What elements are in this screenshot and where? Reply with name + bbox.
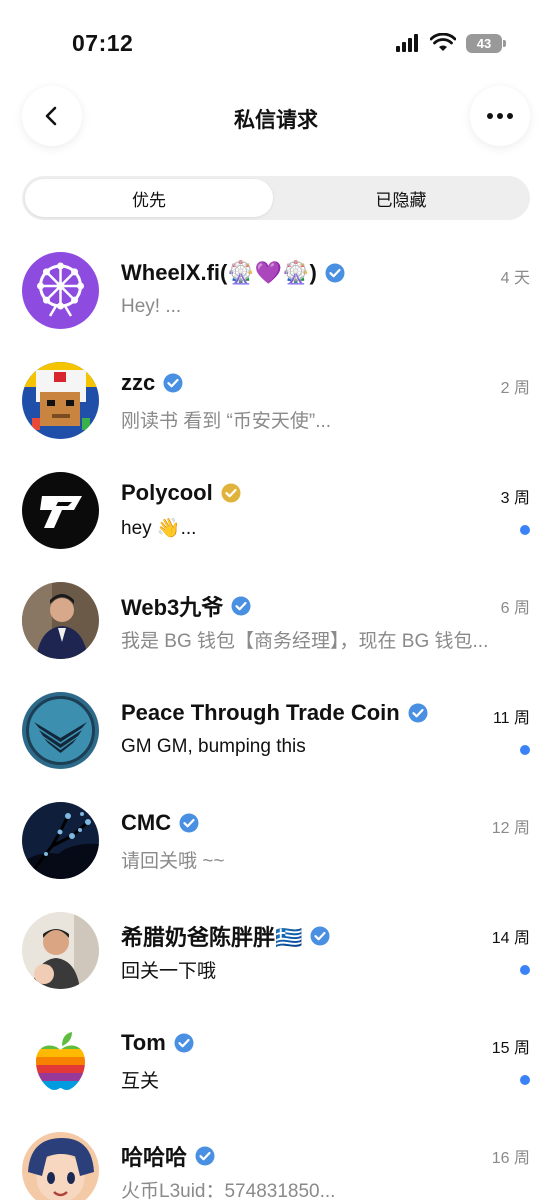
message-preview: 请回关哦 ~~ bbox=[121, 851, 225, 872]
message-time: 16 周 bbox=[491, 1150, 530, 1167]
tab-hidden[interactable]: 已隐藏 bbox=[276, 179, 526, 217]
contact-name: WheelX.fi(🎡💜🎡) bbox=[121, 260, 317, 285]
avatar bbox=[22, 472, 99, 549]
battery-icon: 43 bbox=[466, 34, 506, 53]
conversation-row-web3-jiuye[interactable]: Web3九爷 我是 BG 钱包【商务经理】，现在 BG 钱包... 6 周 bbox=[0, 562, 552, 672]
message-time: 11 周 bbox=[492, 710, 530, 727]
conversation-row-wheelx[interactable]: WheelX.fi(🎡💜🎡) Hey! ... 4 天 bbox=[0, 232, 552, 342]
more-horizontal-icon bbox=[487, 113, 513, 119]
contact-name: 哈哈哈 bbox=[121, 1145, 188, 1170]
message-time: 14 周 bbox=[491, 930, 530, 947]
message-preview: 互关 bbox=[121, 1071, 160, 1092]
verified-badge-icon bbox=[408, 703, 428, 723]
contact-name: 希腊奶爸陈胖胖🇬🇷 bbox=[121, 925, 303, 950]
avatar bbox=[22, 912, 99, 989]
tab-bar: 优先 已隐藏 bbox=[22, 176, 530, 220]
conversation-row-cmc[interactable]: CMC 请回关哦 ~~ 12 周 bbox=[0, 782, 552, 892]
conversation-row-zzc[interactable]: zzc 刚读书 看到 “币安天使”... 2 周 bbox=[0, 342, 552, 452]
verified-badge-icon bbox=[310, 926, 330, 946]
message-preview: GM GM, bumping this bbox=[121, 736, 306, 757]
avatar bbox=[22, 252, 99, 329]
contact-name: CMC bbox=[121, 810, 172, 835]
unread-dot bbox=[520, 965, 530, 975]
conversation-row-polycool[interactable]: Polycool hey 👋... 3 周 bbox=[0, 452, 552, 562]
message-time: 2 周 bbox=[500, 380, 530, 397]
verified-badge-icon bbox=[174, 1033, 194, 1053]
message-time: 15 周 bbox=[491, 1040, 530, 1057]
message-preview: 我是 BG 钱包【商务经理】，现在 BG 钱包... bbox=[121, 631, 489, 652]
message-preview: 刚读书 看到 “币安天使”... bbox=[121, 411, 332, 432]
avatar bbox=[22, 802, 99, 879]
conversation-row-tom[interactable]: Tom 互关 15 周 bbox=[0, 1002, 552, 1112]
contact-name: Polycool bbox=[121, 480, 213, 505]
message-preview: 火币L3uid：574831850... bbox=[121, 1181, 336, 1200]
verified-badge-icon bbox=[231, 596, 251, 616]
header: 私信请求 bbox=[0, 80, 552, 160]
tab-priority[interactable]: 优先 bbox=[25, 179, 273, 217]
verified-badge-gold-icon bbox=[221, 483, 241, 503]
message-time: 12 周 bbox=[491, 820, 530, 837]
avatar bbox=[22, 362, 99, 439]
message-time: 3 周 bbox=[500, 490, 530, 507]
verified-badge-icon bbox=[163, 373, 183, 393]
status-bar: 07:12 43 bbox=[0, 0, 552, 80]
message-preview: Hey! ... bbox=[121, 296, 182, 317]
contact-name: zzc bbox=[121, 370, 156, 395]
avatar bbox=[22, 1132, 99, 1200]
more-options-button[interactable] bbox=[470, 86, 530, 146]
contact-name: Tom bbox=[121, 1030, 166, 1055]
avatar bbox=[22, 1022, 99, 1099]
unread-dot bbox=[520, 525, 530, 535]
conversation-row-hahaha[interactable]: 哈哈哈 火币L3uid：574831850... 16 周 bbox=[0, 1112, 552, 1200]
verified-badge-icon bbox=[179, 813, 199, 833]
conversation-row-greek-dad[interactable]: 希腊奶爸陈胖胖🇬🇷 回关一下哦 14 周 bbox=[0, 892, 552, 1002]
message-time: 4 天 bbox=[500, 270, 530, 287]
message-preview: 回关一下哦 bbox=[121, 961, 217, 982]
wifi-icon bbox=[430, 33, 456, 51]
unread-dot bbox=[520, 745, 530, 755]
cellular-signal-icon bbox=[396, 34, 420, 52]
unread-dot bbox=[520, 1075, 530, 1085]
message-time: 6 周 bbox=[500, 600, 530, 617]
contact-name: Web3九爷 bbox=[121, 595, 224, 620]
conversation-row-peace-through-trade-coin[interactable]: Peace Through Trade Coin GM GM, bumping … bbox=[0, 672, 552, 782]
message-preview: hey 👋... bbox=[121, 518, 197, 539]
battery-level: 43 bbox=[476, 36, 492, 51]
verified-badge-icon bbox=[325, 263, 345, 283]
contact-name: Peace Through Trade Coin bbox=[121, 700, 400, 725]
avatar bbox=[22, 692, 99, 769]
avatar bbox=[22, 582, 99, 659]
status-time: 07:12 bbox=[72, 30, 134, 56]
verified-badge-icon bbox=[195, 1146, 215, 1166]
